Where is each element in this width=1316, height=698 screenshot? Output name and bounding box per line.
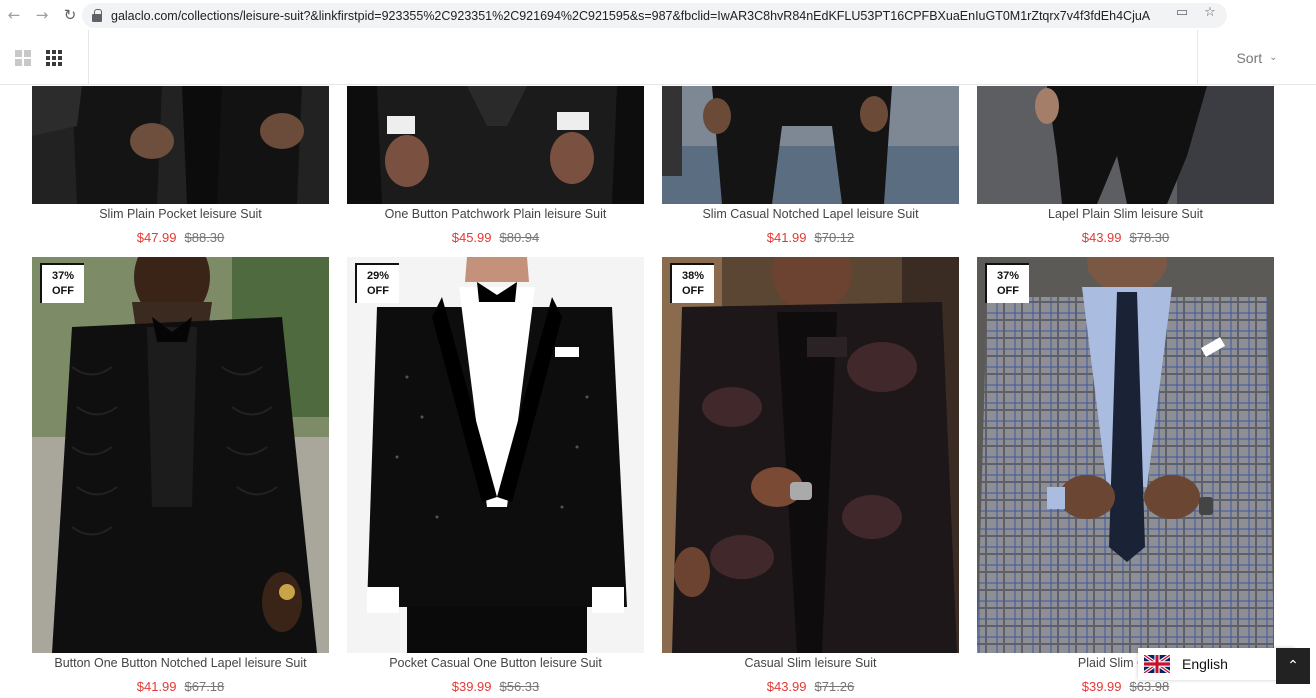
badge-percent: 29% (366, 270, 390, 282)
suit-figure (32, 257, 329, 653)
compare-price: $88.30 (184, 230, 225, 245)
product-title[interactable]: Casual Slim leisure Suit (662, 656, 959, 670)
price-row: $43.99 $71.26 (662, 679, 959, 694)
address-bar[interactable]: galaclo.com/collections/leisure-suit?&li… (82, 3, 1227, 28)
suit-figure (347, 86, 644, 204)
price-row: $41.99 $67.18 (32, 679, 329, 694)
sort-label: Sort (1236, 49, 1263, 66)
compare-price: $71.26 (814, 679, 855, 694)
discount-badge: 29% OFF (355, 263, 399, 303)
sale-price: $45.99 (451, 230, 492, 245)
product-image[interactable]: 38% OFF (662, 257, 959, 653)
discount-badge: 37% OFF (985, 263, 1029, 303)
badge-off: OFF (367, 285, 389, 297)
badge-off: OFF (997, 285, 1019, 297)
badge-percent: 37% (51, 270, 75, 282)
sale-price: $39.99 (451, 679, 492, 694)
sale-price: $41.99 (136, 679, 177, 694)
chevron-up-icon: ⌃ (1287, 658, 1299, 674)
browser-toolbar: ← → ↻ galaclo.com/collections/leisure-su… (0, 0, 1316, 30)
compare-price: $63.98 (1129, 679, 1170, 694)
price-row: $43.99 $78.30 (977, 230, 1274, 245)
suit-figure (347, 257, 644, 653)
compare-price: $56.33 (499, 679, 540, 694)
product-title[interactable]: Button One Button Notched Lapel leisure … (32, 656, 329, 670)
compare-price: $67.18 (184, 679, 225, 694)
page: ← → ↻ galaclo.com/collections/leisure-su… (0, 0, 1316, 698)
compare-price: $70.12 (814, 230, 855, 245)
uk-flag-icon (1144, 655, 1170, 673)
scroll-top-button[interactable]: ⌃ (1276, 648, 1310, 684)
chevron-down-icon: ⌄ (1269, 52, 1278, 63)
forward-arrow-icon[interactable]: → (28, 0, 56, 30)
badge-off: OFF (682, 285, 704, 297)
compare-price: $80.94 (499, 230, 540, 245)
language-selector[interactable]: English (1138, 648, 1294, 680)
sale-price: $47.99 (136, 230, 177, 245)
sale-price: $43.99 (1081, 230, 1122, 245)
suit-figure (662, 86, 959, 204)
sort-dropdown[interactable]: Sort ⌄ (1198, 30, 1316, 85)
product-image[interactable] (977, 86, 1274, 204)
grid-2-icon[interactable] (12, 30, 34, 85)
product-image[interactable] (32, 86, 329, 204)
product-title[interactable]: Slim Casual Notched Lapel leisure Suit (662, 207, 959, 221)
suit-figure (977, 86, 1274, 204)
product-title[interactable]: Lapel Plain Slim leisure Suit (977, 207, 1274, 221)
price-row: $47.99 $88.30 (32, 230, 329, 245)
product-image[interactable]: 29% OFF (347, 257, 644, 653)
compare-price: $78.30 (1129, 230, 1170, 245)
toolbar-divider (88, 30, 89, 85)
cast-icon[interactable]: ▭ (1174, 5, 1190, 20)
star-icon[interactable]: ☆ (1202, 5, 1218, 20)
back-arrow-icon[interactable]: ← (0, 0, 28, 30)
sale-price: $43.99 (766, 679, 807, 694)
product-image[interactable]: 37% OFF (32, 257, 329, 653)
badge-off: OFF (52, 285, 74, 297)
price-row: $39.99 $63.98 (977, 679, 1274, 694)
price-row: $41.99 $70.12 (662, 230, 959, 245)
price-row: $45.99 $80.94 (347, 230, 644, 245)
suit-figure (977, 257, 1274, 653)
product-image[interactable]: 37% OFF (977, 257, 1274, 653)
language-label: English (1182, 656, 1228, 672)
discount-badge: 38% OFF (670, 263, 714, 303)
product-image[interactable] (662, 86, 959, 204)
discount-badge: 37% OFF (40, 263, 84, 303)
lock-icon (92, 8, 102, 22)
sale-price: $39.99 (1081, 679, 1122, 694)
url-text[interactable]: galaclo.com/collections/leisure-suit?&li… (111, 9, 1156, 23)
badge-percent: 37% (996, 270, 1020, 282)
suit-figure (32, 86, 329, 204)
sale-price: $41.99 (766, 230, 807, 245)
product-title[interactable]: One Button Patchwork Plain leisure Suit (347, 207, 644, 221)
badge-percent: 38% (681, 270, 705, 282)
collection-toolbar: Sort ⌄ (0, 30, 1316, 85)
suit-figure (662, 257, 959, 653)
price-row: $39.99 $56.33 (347, 679, 644, 694)
product-title[interactable]: Slim Plain Pocket leisure Suit (32, 207, 329, 221)
product-image[interactable] (347, 86, 644, 204)
grid-3-icon[interactable] (42, 30, 66, 85)
product-title[interactable]: Pocket Casual One Button leisure Suit (347, 656, 644, 670)
reload-icon[interactable]: ↻ (56, 0, 84, 30)
